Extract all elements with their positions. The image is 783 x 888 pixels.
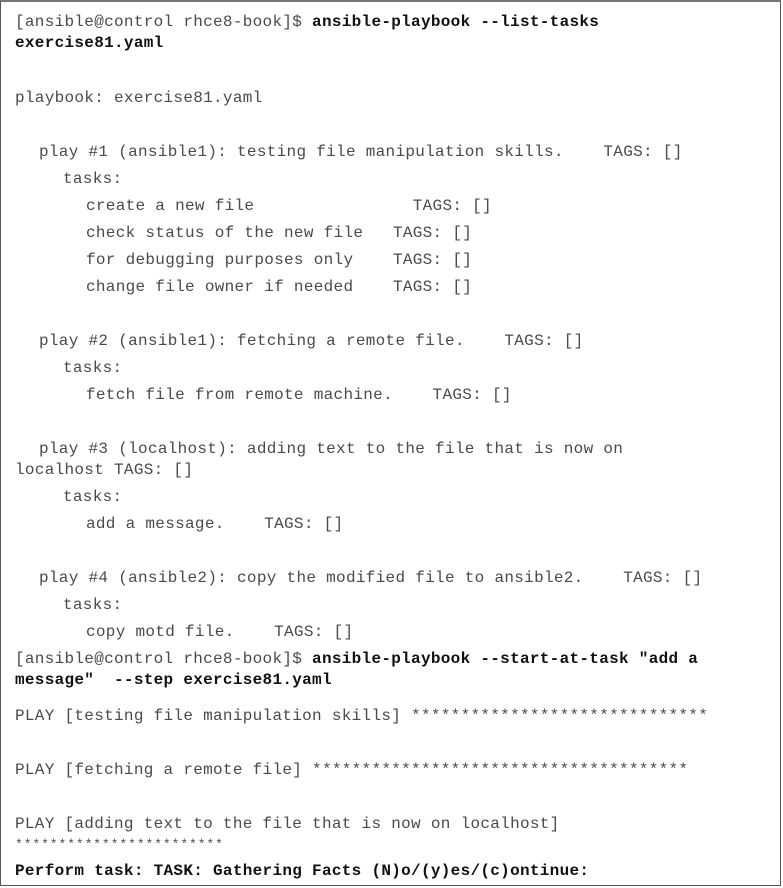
play-output: PLAY [adding text to the file that is no… — [15, 815, 560, 833]
command-line-2: [ansible@control rhce8-book]$ ansible-pl… — [15, 650, 698, 668]
task-item: for debugging purposes only TAGS: [] — [86, 251, 473, 269]
shell-prompt: [ansible@control rhce8-book]$ — [15, 13, 313, 31]
play-output: PLAY [testing file manipulation skills] … — [15, 707, 709, 725]
play-header-continuation: localhost TAGS: [] — [15, 461, 194, 479]
play-header: play #3 (localhost): adding text to the … — [39, 440, 624, 458]
command-continuation: message" --step exercise81.yaml — [15, 671, 332, 689]
task-item: copy motd file. TAGS: [] — [86, 623, 354, 641]
play-header: play #4 (ansible2): copy the modified fi… — [39, 569, 703, 587]
command-continuation: exercise81.yaml — [15, 34, 164, 52]
play-header: play #2 (ansible1): fetching a remote fi… — [39, 332, 584, 350]
terminal-window[interactable]: [ansible@control rhce8-book]$ ansible-pl… — [0, 0, 781, 886]
task-item: fetch file from remote machine. TAGS: [] — [86, 386, 512, 404]
step-prompt[interactable]: Perform task: TASK: Gathering Facts (N)o… — [15, 862, 589, 880]
task-item: create a new file TAGS: [] — [86, 197, 492, 215]
play-output-stars: ************************ — [15, 837, 224, 852]
command-line-1: [ansible@control rhce8-book]$ ansible-pl… — [15, 13, 599, 31]
tasks-label: tasks: — [63, 359, 123, 377]
tasks-label: tasks: — [63, 170, 123, 188]
task-item: check status of the new file TAGS: [] — [86, 224, 473, 242]
tasks-label: tasks: — [63, 488, 123, 506]
playbook-line: playbook: exercise81.yaml — [15, 89, 263, 107]
play-header: play #1 (ansible1): testing file manipul… — [39, 143, 683, 161]
play-output: PLAY [fetching a remote file] **********… — [15, 761, 689, 779]
task-item: add a message. TAGS: [] — [86, 515, 344, 533]
tasks-label: tasks: — [63, 596, 123, 614]
command-text: ansible-playbook --list-tasks — [312, 13, 600, 31]
command-text: ansible-playbook --start-at-task "add a — [312, 650, 699, 668]
task-item: change file owner if needed TAGS: [] — [86, 278, 473, 296]
shell-prompt: [ansible@control rhce8-book]$ — [15, 650, 313, 668]
